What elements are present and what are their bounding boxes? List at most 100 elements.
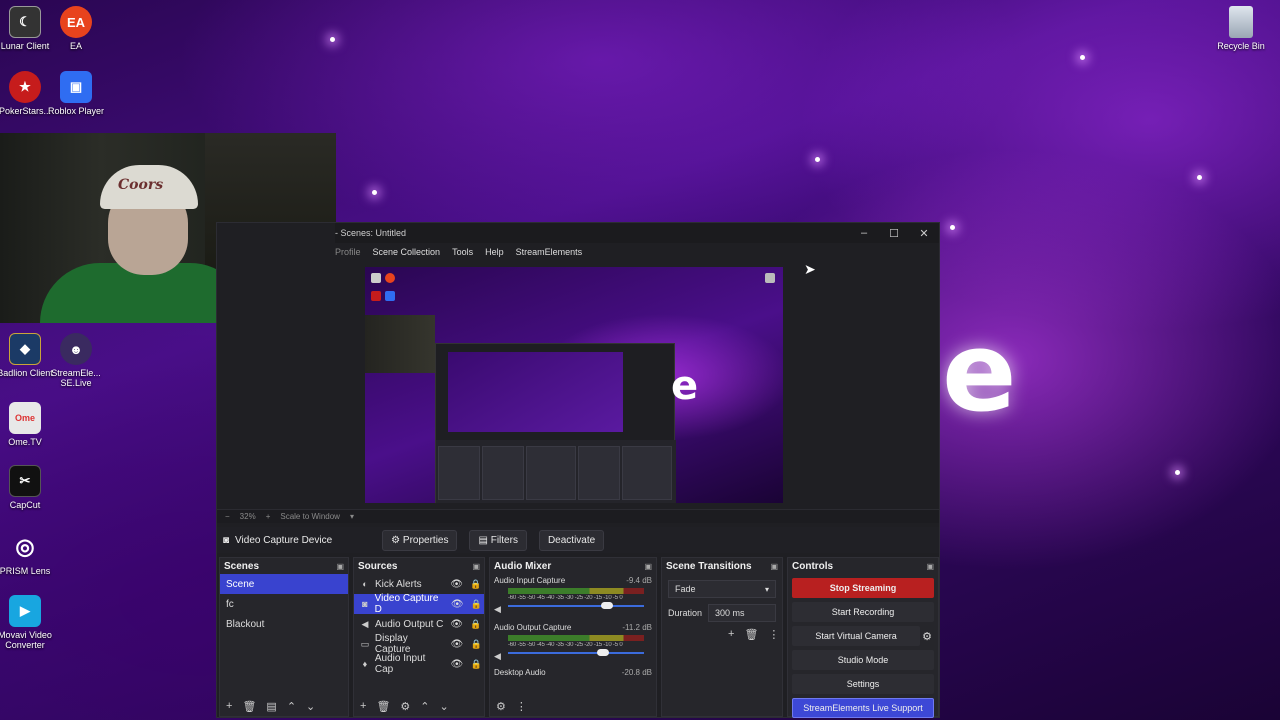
- zoom-bar: − 32% + Scale to Window ▾: [217, 509, 939, 523]
- sources-toolbar: + 🗑 ⚙ ⌃ ⌄: [354, 696, 484, 716]
- dock-options-icon[interactable]: ▣: [472, 562, 480, 571]
- source-toolbar: ◙ Video Capture Device ⚙ Properties ▤ Fi…: [217, 527, 939, 553]
- move-down-icon[interactable]: ⌄: [306, 700, 315, 713]
- lock-icon[interactable]: 🔒: [468, 639, 484, 650]
- volume-meter: [508, 588, 644, 594]
- speaker-icon[interactable]: ◀: [494, 604, 501, 615]
- more-options-icon[interactable]: ⋮: [516, 700, 527, 713]
- add-transition-icon[interactable]: +: [728, 628, 734, 641]
- scene-item[interactable]: Scene: [220, 574, 348, 594]
- desktop-icon-ometv[interactable]: Ome Ome.TV: [0, 402, 55, 447]
- source-item[interactable]: ◀ Audio Output C 👁 🔒: [354, 614, 484, 634]
- streamelements-support-button[interactable]: StreamElements Live Support: [792, 698, 934, 718]
- nested-obs-preview: [435, 343, 676, 503]
- gear-icon[interactable]: ⚙: [922, 630, 932, 643]
- dock-options-icon[interactable]: ▣: [770, 562, 778, 571]
- source-item[interactable]: ▭ Display Capture 👁 🔒: [354, 633, 484, 655]
- duration-input[interactable]: 300 ms: [708, 604, 776, 622]
- current-source: ◙ Video Capture Device: [223, 534, 333, 546]
- stop-streaming-button[interactable]: Stop Streaming: [792, 578, 934, 598]
- desktop-icon-movavi[interactable]: ▶ Movavi Video Converter: [0, 595, 55, 650]
- source-item[interactable]: ◐ Kick Alerts 👁 🔒: [354, 574, 484, 594]
- start-virtual-camera-button[interactable]: Start Virtual Camera: [792, 626, 921, 646]
- desktop-icon-prism-lens[interactable]: ◎ PRISM Lens: [0, 531, 55, 576]
- program-preview[interactable]: e: [365, 267, 783, 503]
- menu-tools[interactable]: Tools: [452, 247, 473, 257]
- zoom-in-button[interactable]: +: [266, 512, 271, 521]
- eye-icon[interactable]: 👁: [450, 619, 463, 630]
- volume-slider[interactable]: [508, 601, 644, 611]
- zoom-out-button[interactable]: −: [225, 512, 230, 521]
- lock-icon[interactable]: 🔒: [469, 599, 484, 610]
- scale-to-window-button[interactable]: Scale to Window: [280, 512, 340, 521]
- window-title: - Scenes: Untitled: [335, 228, 407, 238]
- star-decoration: [1175, 470, 1180, 475]
- mouse-cursor-icon: ➤: [804, 261, 816, 277]
- source-item[interactable]: ♦ Audio Input Cap 👁 🔒: [354, 653, 484, 675]
- browser-source-icon: ◐: [362, 579, 368, 589]
- minimize-button[interactable]: –: [849, 227, 879, 240]
- desktop-icon-ea[interactable]: EA EA: [46, 6, 106, 51]
- menu-profile[interactable]: Profile: [335, 247, 361, 257]
- desktop-icon-roblox[interactable]: ▣ Roblox Player: [46, 71, 106, 116]
- menu-scene-collection[interactable]: Scene Collection: [373, 247, 441, 257]
- eye-icon[interactable]: 👁: [451, 659, 464, 670]
- deactivate-button[interactable]: Deactivate: [538, 529, 605, 551]
- eye-icon[interactable]: 👁: [450, 579, 463, 590]
- desktop-icon-streamelements[interactable]: ☻ StreamEle... SE.Live: [46, 333, 106, 388]
- volume-slider[interactable]: [508, 648, 644, 658]
- move-up-icon[interactable]: ⌃: [287, 700, 296, 713]
- maximize-button[interactable]: ☐: [879, 227, 909, 240]
- remove-transition-icon[interactable]: 🗑: [744, 628, 758, 641]
- dock-options-icon[interactable]: ▣: [644, 562, 652, 571]
- menu-streamelements[interactable]: StreamElements: [516, 247, 583, 257]
- add-source-icon[interactable]: +: [360, 700, 366, 712]
- star-decoration: [950, 225, 955, 230]
- lock-icon[interactable]: 🔒: [468, 579, 484, 590]
- controls-title: Controls: [792, 560, 834, 572]
- lock-icon[interactable]: 🔒: [468, 619, 484, 630]
- scene-filters-icon[interactable]: ▤: [266, 700, 276, 713]
- add-scene-icon[interactable]: +: [226, 700, 232, 712]
- source-item[interactable]: ◙ Video Capture D 👁 🔒: [354, 593, 484, 615]
- start-recording-button[interactable]: Start Recording: [792, 602, 934, 622]
- desktop-icon-recycle-bin[interactable]: Recycle Bin: [1211, 6, 1271, 51]
- star-decoration: [372, 190, 377, 195]
- transition-select[interactable]: Fade ▾: [668, 580, 776, 598]
- scene-transitions-dock: Scene Transitions ▣ Fade ▾ Duration 300 ms…: [661, 557, 783, 717]
- lock-icon[interactable]: 🔒: [468, 659, 484, 670]
- scenes-title: Scenes: [224, 560, 260, 572]
- menu-help[interactable]: Help: [485, 247, 504, 257]
- remove-source-icon[interactable]: 🗑: [376, 700, 390, 713]
- dock-options-icon[interactable]: ▣: [926, 562, 934, 571]
- streamelements-logo: e: [942, 308, 1017, 436]
- advanced-audio-icon[interactable]: ⚙: [496, 700, 506, 713]
- eye-icon[interactable]: 👁: [450, 639, 463, 650]
- properties-button[interactable]: ⚙ Properties: [382, 529, 458, 551]
- desktop-icon-capcut[interactable]: ✂ CapCut: [0, 465, 55, 510]
- badlion-icon: ◆: [9, 333, 41, 365]
- controls-dock: Controls ▣ Stop Streaming Start Recording…: [787, 557, 939, 718]
- scene-item[interactable]: Blackout: [220, 614, 348, 634]
- settings-button[interactable]: Settings: [792, 674, 934, 694]
- dock-options-icon[interactable]: ▣: [336, 562, 344, 571]
- close-button[interactable]: ✕: [909, 227, 939, 240]
- move-down-icon[interactable]: ⌄: [440, 700, 449, 713]
- studio-mode-button[interactable]: Studio Mode: [792, 650, 934, 670]
- source-properties-icon[interactable]: ⚙: [400, 700, 410, 713]
- window-controls: – ☐ ✕: [849, 227, 939, 240]
- filters-button[interactable]: ▤ Filters: [469, 529, 527, 551]
- remove-scene-icon[interactable]: 🗑: [242, 700, 256, 713]
- microphone-icon: ♦: [362, 659, 368, 669]
- volume-meter: [508, 635, 644, 641]
- eye-icon[interactable]: 👁: [451, 599, 464, 610]
- move-up-icon[interactable]: ⌃: [420, 700, 429, 713]
- speaker-icon[interactable]: ◀: [494, 651, 501, 662]
- zoom-dropdown-icon[interactable]: ▾: [350, 512, 354, 521]
- scenes-dock: Scenes ▣ Scene fc Blackout + 🗑 ▤ ⌃ ⌄: [219, 557, 349, 717]
- scene-item[interactable]: fc: [220, 594, 348, 614]
- more-options-icon[interactable]: ⋮: [768, 628, 779, 641]
- mixer-channel: Audio Input Capture -9.4 dB -60 -55 -50 -…: [494, 576, 652, 615]
- duration-label: Duration: [668, 608, 703, 618]
- preview-webcam: [365, 315, 435, 373]
